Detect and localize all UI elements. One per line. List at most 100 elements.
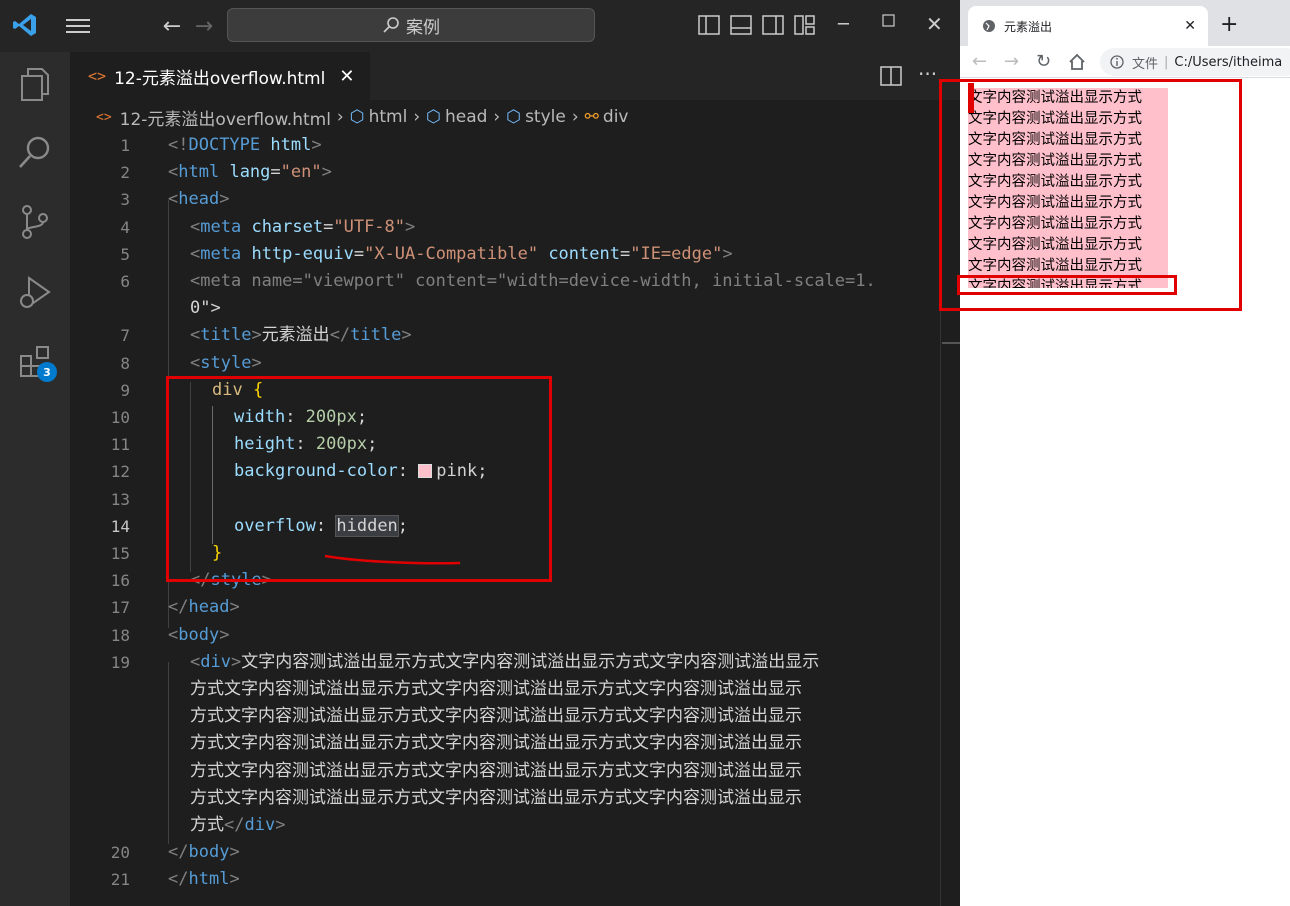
toggle-secondary-sidebar-icon[interactable] — [762, 15, 784, 35]
minimap-viewport-marker — [942, 342, 960, 344]
code-text: <!DOCTYPE html> — [168, 135, 322, 155]
code-line[interactable]: 4 <meta charset="UTF-8"> — [70, 214, 940, 241]
line-number: 7 — [120, 326, 130, 346]
line-number: 12 — [110, 462, 130, 482]
globe-icon — [982, 19, 996, 33]
source-control-icon[interactable] — [17, 204, 53, 240]
title-bar: ← → 案例 ─ ✕ — [0, 0, 960, 52]
line-number: 18 — [110, 625, 130, 645]
line-number: 9 — [120, 380, 130, 400]
search-label: 案例 — [406, 17, 440, 38]
reload-icon[interactable]: ↻ — [1036, 51, 1051, 72]
line-number: 21 — [110, 870, 130, 890]
browser-tab-close-icon[interactable]: ✕ — [1184, 18, 1196, 34]
close-icon[interactable]: ✕ — [926, 12, 943, 36]
command-center-search[interactable]: 案例 — [227, 8, 595, 42]
html-file-icon: <> — [96, 109, 112, 125]
extensions-badge: 3 — [37, 362, 57, 382]
code-text: <meta charset="UTF-8"> — [190, 216, 416, 237]
line-number: 20 — [110, 843, 130, 863]
home-icon[interactable] — [1068, 53, 1086, 71]
line-number: 2 — [120, 163, 130, 183]
explorer-icon[interactable] — [17, 66, 53, 102]
line-number: 11 — [110, 435, 130, 455]
forward-arrow-icon[interactable]: → — [1004, 51, 1019, 72]
back-arrow-icon[interactable]: ← — [972, 51, 987, 72]
code-line[interactable]: 17 </head> — [70, 594, 940, 621]
maximize-icon[interactable] — [882, 14, 896, 28]
code-text: 0"> — [190, 298, 221, 319]
code-text: </html> — [168, 869, 240, 890]
toggle-primary-sidebar-icon[interactable] — [698, 15, 720, 35]
address-divider: | — [1164, 54, 1169, 70]
breadcrumb-head[interactable]: head — [445, 107, 487, 127]
code-line[interactable]: 方式文字内容测试溢出显示方式文字内容测试溢出显示方式文字内容测试溢出显示 — [70, 730, 940, 757]
browser-window: 元素溢出 ✕ + ← → ↻ 文件 | C:/Users/itheima 文字内… — [939, 0, 1290, 906]
line-number: 17 — [110, 598, 130, 618]
breadcrumb-div[interactable]: div — [603, 107, 629, 127]
code-line[interactable]: 6 <meta name="viewport" content="width=de… — [70, 268, 940, 295]
search-icon[interactable] — [17, 134, 53, 170]
css-selector-icon: ⚯ — [584, 107, 599, 127]
back-arrow-icon[interactable]: ← — [160, 14, 184, 39]
code-line[interactable]: 21 </html> — [70, 866, 940, 893]
toggle-panel-icon[interactable] — [730, 15, 752, 35]
run-debug-icon[interactable] — [17, 274, 53, 310]
line-number: 8 — [120, 353, 130, 373]
handwritten-underline — [324, 554, 461, 565]
line-number: 16 — [110, 571, 130, 591]
breadcrumb-file[interactable]: 12-元素溢出overflow.html — [120, 105, 331, 130]
code-text: <head> — [168, 189, 230, 210]
editor-tab-bar: <> 12-元素溢出overflow.html ✕ ··· — [70, 52, 960, 100]
code-line[interactable]: 方式文字内容测试溢出显示方式文字内容测试溢出显示方式文字内容测试溢出显示 — [70, 758, 940, 785]
code-line[interactable]: 方式文字内容测试溢出显示方式文字内容测试溢出显示方式文字内容测试溢出显示 — [70, 785, 940, 812]
browser-tab-title: 元素溢出 — [1004, 19, 1053, 34]
more-actions-icon[interactable]: ··· — [918, 62, 937, 86]
code-line[interactable]: 20 </body> — [70, 839, 940, 866]
code-line[interactable]: 方式</div> — [70, 812, 940, 839]
split-editor-icon[interactable] — [880, 66, 902, 86]
breadcrumb: <> 12-元素溢出overflow.html › ⬡ html › ⬡ hea… — [70, 100, 960, 134]
chevron-right-icon: › — [571, 107, 579, 127]
code-line[interactable]: 5 <meta http-equiv="X-UA-Compatible" cont… — [70, 241, 940, 268]
line-number: 3 — [120, 190, 130, 210]
address-prefix: 文件 — [1132, 56, 1159, 72]
browser-tab-bar: 元素溢出 ✕ + — [960, 0, 1290, 46]
tab-close-icon[interactable]: ✕ — [339, 66, 354, 87]
browser-tab[interactable]: 元素溢出 ✕ — [968, 6, 1208, 46]
code-line[interactable]: 方式文字内容测试溢出显示方式文字内容测试溢出显示方式文字内容测试溢出显示 — [70, 703, 940, 730]
new-tab-icon[interactable]: + — [1220, 12, 1238, 37]
minimize-icon[interactable]: ─ — [838, 14, 849, 35]
breadcrumb-style[interactable]: style — [525, 107, 566, 127]
customize-layout-icon[interactable] — [794, 15, 816, 35]
code-line[interactable]: 7 <title>元素溢出</title> — [70, 322, 940, 349]
code-line[interactable]: 方式文字内容测试溢出显示方式文字内容测试溢出显示方式文字内容测试溢出显示 — [70, 676, 940, 703]
breadcrumb-html[interactable]: html — [369, 107, 408, 127]
code-text: <title>元素溢出</title> — [190, 325, 412, 346]
code-line[interactable]: 1 <!DOCTYPE html> — [70, 132, 940, 159]
line-number: 15 — [110, 544, 130, 563]
menu-icon[interactable] — [66, 16, 90, 36]
code-line[interactable]: 18 <body> — [70, 622, 940, 649]
code-text: 方式文字内容测试溢出显示方式文字内容测试溢出显示方式文字内容测试溢出显示 — [190, 787, 802, 808]
address-text: C:/Users/itheima — [1174, 54, 1283, 70]
code-line[interactable]: 2 <html lang="en"> — [70, 159, 940, 186]
extensions-icon[interactable]: 3 — [17, 342, 57, 382]
code-text: </head> — [168, 597, 240, 618]
line-number: 1 — [120, 136, 130, 155]
code-text: 方式</div> — [190, 815, 286, 835]
code-line[interactable]: 8 <style> — [70, 350, 940, 377]
code-text: 方式文字内容测试溢出显示方式文字内容测试溢出显示方式文字内容测试溢出显示 — [190, 733, 802, 754]
chevron-right-icon: › — [336, 107, 344, 127]
forward-arrow-icon[interactable]: → — [192, 14, 216, 39]
code-line[interactable]: 0"> — [70, 295, 940, 322]
line-number: 4 — [120, 217, 130, 237]
code-line[interactable]: 3 <head> — [70, 186, 940, 213]
line-number: 5 — [120, 244, 130, 264]
code-line[interactable]: 19 <div>文字内容测试溢出显示方式文字内容测试溢出显示方式文字内容测试溢出显… — [70, 649, 940, 676]
line-number: 13 — [110, 489, 130, 509]
address-bar[interactable]: 文件 | C:/Users/itheima — [1100, 48, 1290, 76]
code-text: 方式文字内容测试溢出显示方式文字内容测试溢出显示方式文字内容测试溢出显示 — [190, 706, 802, 727]
info-icon[interactable] — [1110, 55, 1124, 69]
editor-tab[interactable]: <> 12-元素溢出overflow.html ✕ — [70, 52, 370, 100]
